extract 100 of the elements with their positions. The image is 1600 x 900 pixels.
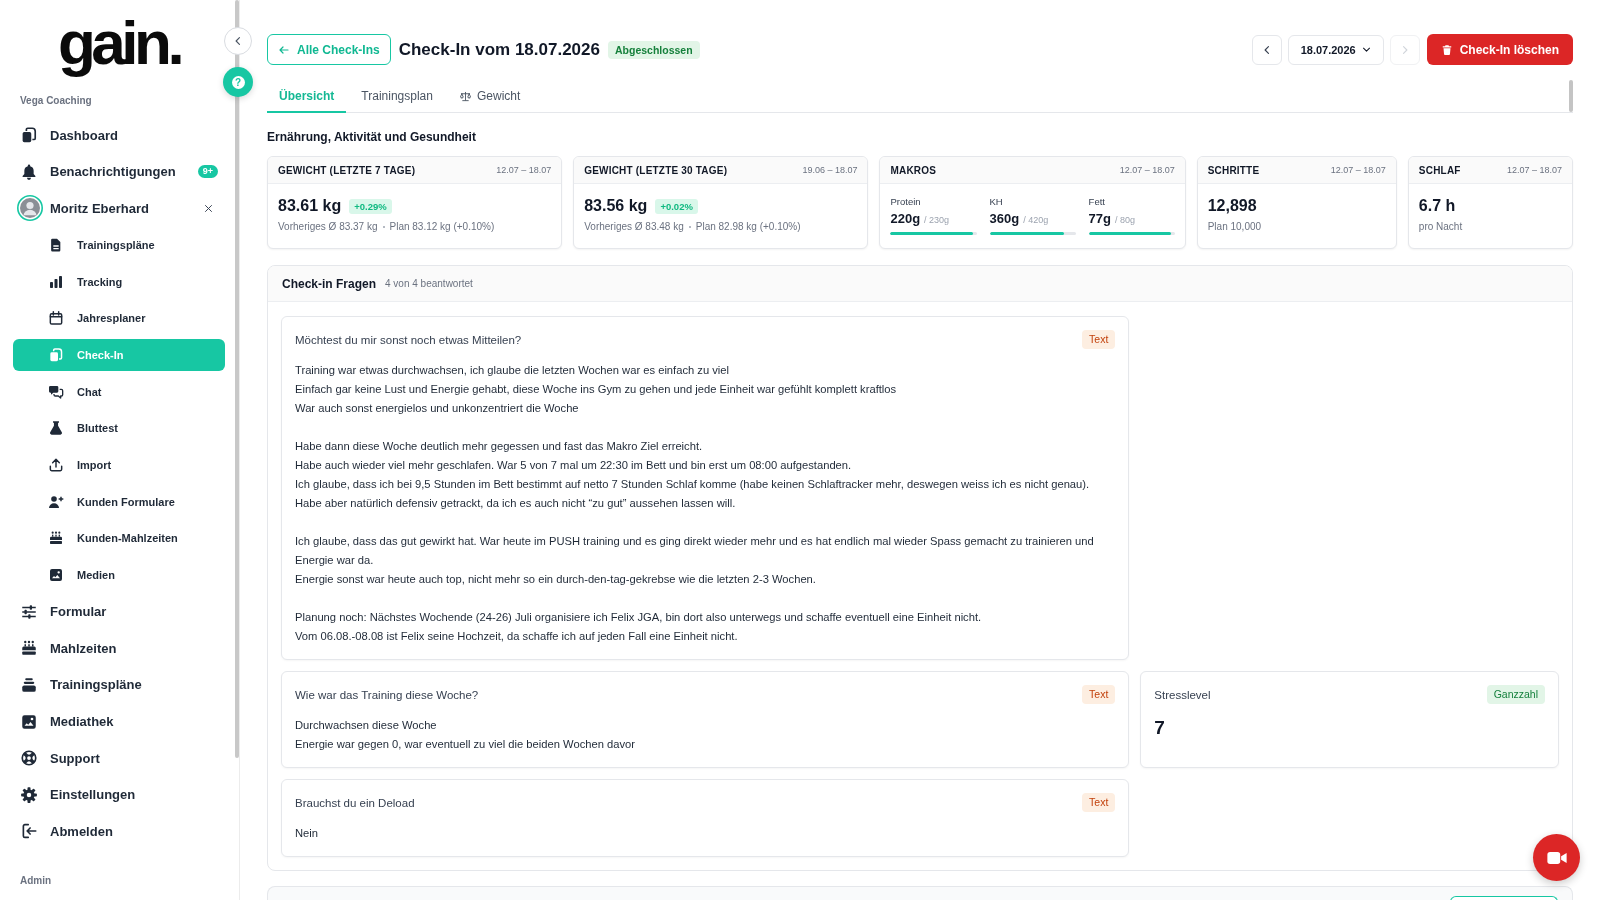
scrollbar-thumb[interactable] [235, 0, 239, 758]
chevron-left-icon [233, 36, 243, 46]
nav-item[interactable]: Import [13, 448, 225, 481]
stat-value: 83.61 kg [278, 197, 342, 215]
tab[interactable]: Trainingsplan [349, 80, 445, 113]
nav-item[interactable]: Medien [13, 558, 225, 591]
image-icon [48, 566, 64, 583]
macro-label: Protein [890, 196, 921, 208]
detail-text: pro Nacht [1418, 221, 1463, 233]
card-title: GEWICHT (LETZTE 7 TAGE) [278, 164, 416, 176]
nav-item[interactable]: Trainingspläne [13, 228, 225, 261]
avatar-icon [17, 195, 43, 222]
tab[interactable]: Gewicht [447, 80, 533, 113]
macro-value: 360g [989, 211, 1020, 226]
type-badge: Text [1082, 793, 1116, 812]
cake-icon [48, 530, 64, 547]
image-icon [20, 712, 38, 731]
calendar-icon [48, 310, 64, 327]
macro-target: / 230g [924, 215, 950, 225]
upload-icon [48, 456, 64, 473]
client-item[interactable]: Moritz Eberhard [13, 192, 199, 225]
question-text: Möchtest du mir sonst noch etwas Mitteilen? [295, 333, 522, 346]
nav-item[interactable]: Abmelden [13, 815, 225, 848]
answer-count: 4 von 4 beantwortet [385, 278, 473, 289]
trash-icon [1440, 43, 1453, 56]
type-badge: Text [1082, 330, 1116, 349]
answer-text: Ich glaube, dass das gut gewirkt hat. War heute im PUSH training und es ging direkt wieder mehr und es hat endlich mal wieder Spass gemacht zu trainieren und Energie war da. Energie sonst war heute auch top, nicht mehr so ein durch-den-tag-gekrebse wie die letzten 2-3 Wochen. [295, 534, 1095, 587]
nav-item[interactable]: Kunden-Mahlzeiten [13, 522, 225, 555]
close-icon [203, 203, 213, 213]
scrollbar-thumb[interactable] [1569, 80, 1573, 112]
nav-item[interactable]: Mahlzeiten [13, 632, 225, 665]
stat-value: 6.7 h [1418, 197, 1456, 215]
delete-button[interactable]: Check-In löschen [1426, 34, 1573, 65]
date-range: 19.06 – 18.07 [802, 165, 858, 175]
answer-text: Training war etwas durchwachsen, ich glaube die letzten Wochen war es einfach zu viel Einfach gar keine Lust und Energie gehabt, diese Woche ins Gym zu gehen und jede Einheit war gefühlt komplett kraftlos War auch sonst energielos und unkonzentriert die Woche [295, 363, 897, 416]
question-text: Stresslevel [1154, 688, 1211, 701]
answer-text: Habe dann diese Woche deutlich mehr gegessen und fast das Makro Ziel erreicht. Habe auch wieder viel mehr geschlafen. War 5 von 7 mal um 22:30 im Bett und bin erst um 08:00 aufgestanden. Ich glaube, dass ich bei 9,5 Stunden im Bett bestimmt auf netto 7 Stunden Schlaf komme (habe keinen Schlaftracker mehr, deswegen weiss ich es nicht genau). Habe aber natürlich defensiv getrackt, da ich es auch nicht “zu gut” aussehen lassen will. [295, 439, 1090, 511]
chat-icon [48, 383, 64, 400]
macro-label: Fett [1088, 196, 1105, 208]
scale-icon [459, 90, 471, 102]
date-range: 12.07 – 18.07 [1330, 165, 1386, 175]
change-badge: +0.29% [349, 198, 392, 214]
question-text: Brauchst du ein Deload [295, 796, 415, 809]
page-title: Check-In vom 18.07.2026 [398, 39, 600, 60]
section-label: Admin [20, 875, 52, 888]
answer-value: 7 [1154, 716, 1165, 740]
nav-item[interactable]: Support [13, 742, 225, 775]
date-select[interactable]: 18.07.2026 [1287, 34, 1384, 65]
macro-label: KH [989, 196, 1003, 208]
stat-value: 12,898 [1207, 197, 1257, 215]
org-label: Vega Coaching [20, 95, 92, 107]
layers-icon [20, 675, 38, 694]
nav-item[interactable]: Chat [13, 375, 225, 408]
stat-value: 83.56 kg [584, 197, 648, 215]
nav-item[interactable]: Jahresplaner [13, 302, 225, 335]
card-title: GEWICHT (LETZTE 30 TAGE) [584, 164, 728, 176]
logout-icon [20, 822, 38, 841]
collapse-button[interactable] [224, 27, 252, 55]
date-range: 12.07 – 18.07 [1119, 165, 1175, 175]
answer-text: Durchwachsen diese Woche Energie war gegen 0, war eventuell zu viel die beiden Wochen davor [295, 718, 635, 752]
type-badge: Text [1082, 685, 1116, 704]
chevron-down-icon [1361, 45, 1371, 54]
macro-target: / 420g [1023, 215, 1049, 225]
date-range: 12.07 – 18.07 [496, 165, 552, 175]
macro-value: 77g [1088, 211, 1111, 226]
documents-icon [48, 346, 64, 363]
question-text: Wie war das Training diese Woche? [295, 688, 479, 701]
card-title: MAKROS [890, 164, 937, 176]
flask-icon [48, 420, 64, 437]
detail-text: Plan 10,000 [1207, 221, 1262, 233]
nav-item[interactable]: Einstellungen [13, 778, 225, 811]
nav-item[interactable]: Benachrichtigungen 9+ [13, 155, 225, 188]
nav-item[interactable]: Mediathek [13, 705, 225, 738]
type-badge: Ganzzahl [1486, 685, 1545, 704]
notification-badge: 9+ [197, 165, 218, 179]
nav-item[interactable]: Formular [13, 595, 225, 628]
nav-item[interactable]: Tracking [13, 265, 225, 298]
cake-icon [20, 639, 38, 658]
detail-text: Plan 82.98 kg (+0.10%) [695, 221, 801, 233]
status-badge: Abgeschlossen [608, 40, 700, 59]
nav-item[interactable]: Kunden Formulare [13, 485, 225, 518]
answer-text: Planung noch: Nächstes Wochende (24-26) Juli organisiere ich Felix JGA, bin dort also unterwegs und schaffe eventuell eine Einheit nicht. Vom 06.08.-08.08 ist Felix seine Hochzeit, da schaffe ich auf jeden Fall eine Einheit nicht. [295, 610, 982, 644]
nav-item[interactable]: Bluttest [13, 412, 225, 445]
nav-item[interactable]: Dashboard [13, 119, 225, 151]
previous-button[interactable] [1251, 34, 1282, 65]
date-range: 12.07 – 18.07 [1506, 165, 1562, 175]
macro-target: / 80g [1115, 215, 1136, 225]
bell-icon [20, 162, 38, 181]
section-title: Ernährung, Aktivität und Gesundheit [267, 130, 476, 144]
documents-icon [20, 126, 38, 144]
nav-item[interactable]: Trainingspläne [13, 668, 225, 701]
macro-value: 220g [890, 211, 921, 226]
video-call-button[interactable] [1533, 834, 1580, 881]
bar-chart-icon [48, 273, 64, 290]
user-plus-icon [48, 493, 64, 510]
sliders-icon [20, 602, 38, 621]
detail-text: Vorheriges Ø 83.48 kg [584, 221, 684, 233]
lifebuoy-icon [20, 749, 38, 768]
card-title: SCHLAF [1418, 164, 1461, 176]
change-badge: +0.02% [655, 198, 698, 214]
